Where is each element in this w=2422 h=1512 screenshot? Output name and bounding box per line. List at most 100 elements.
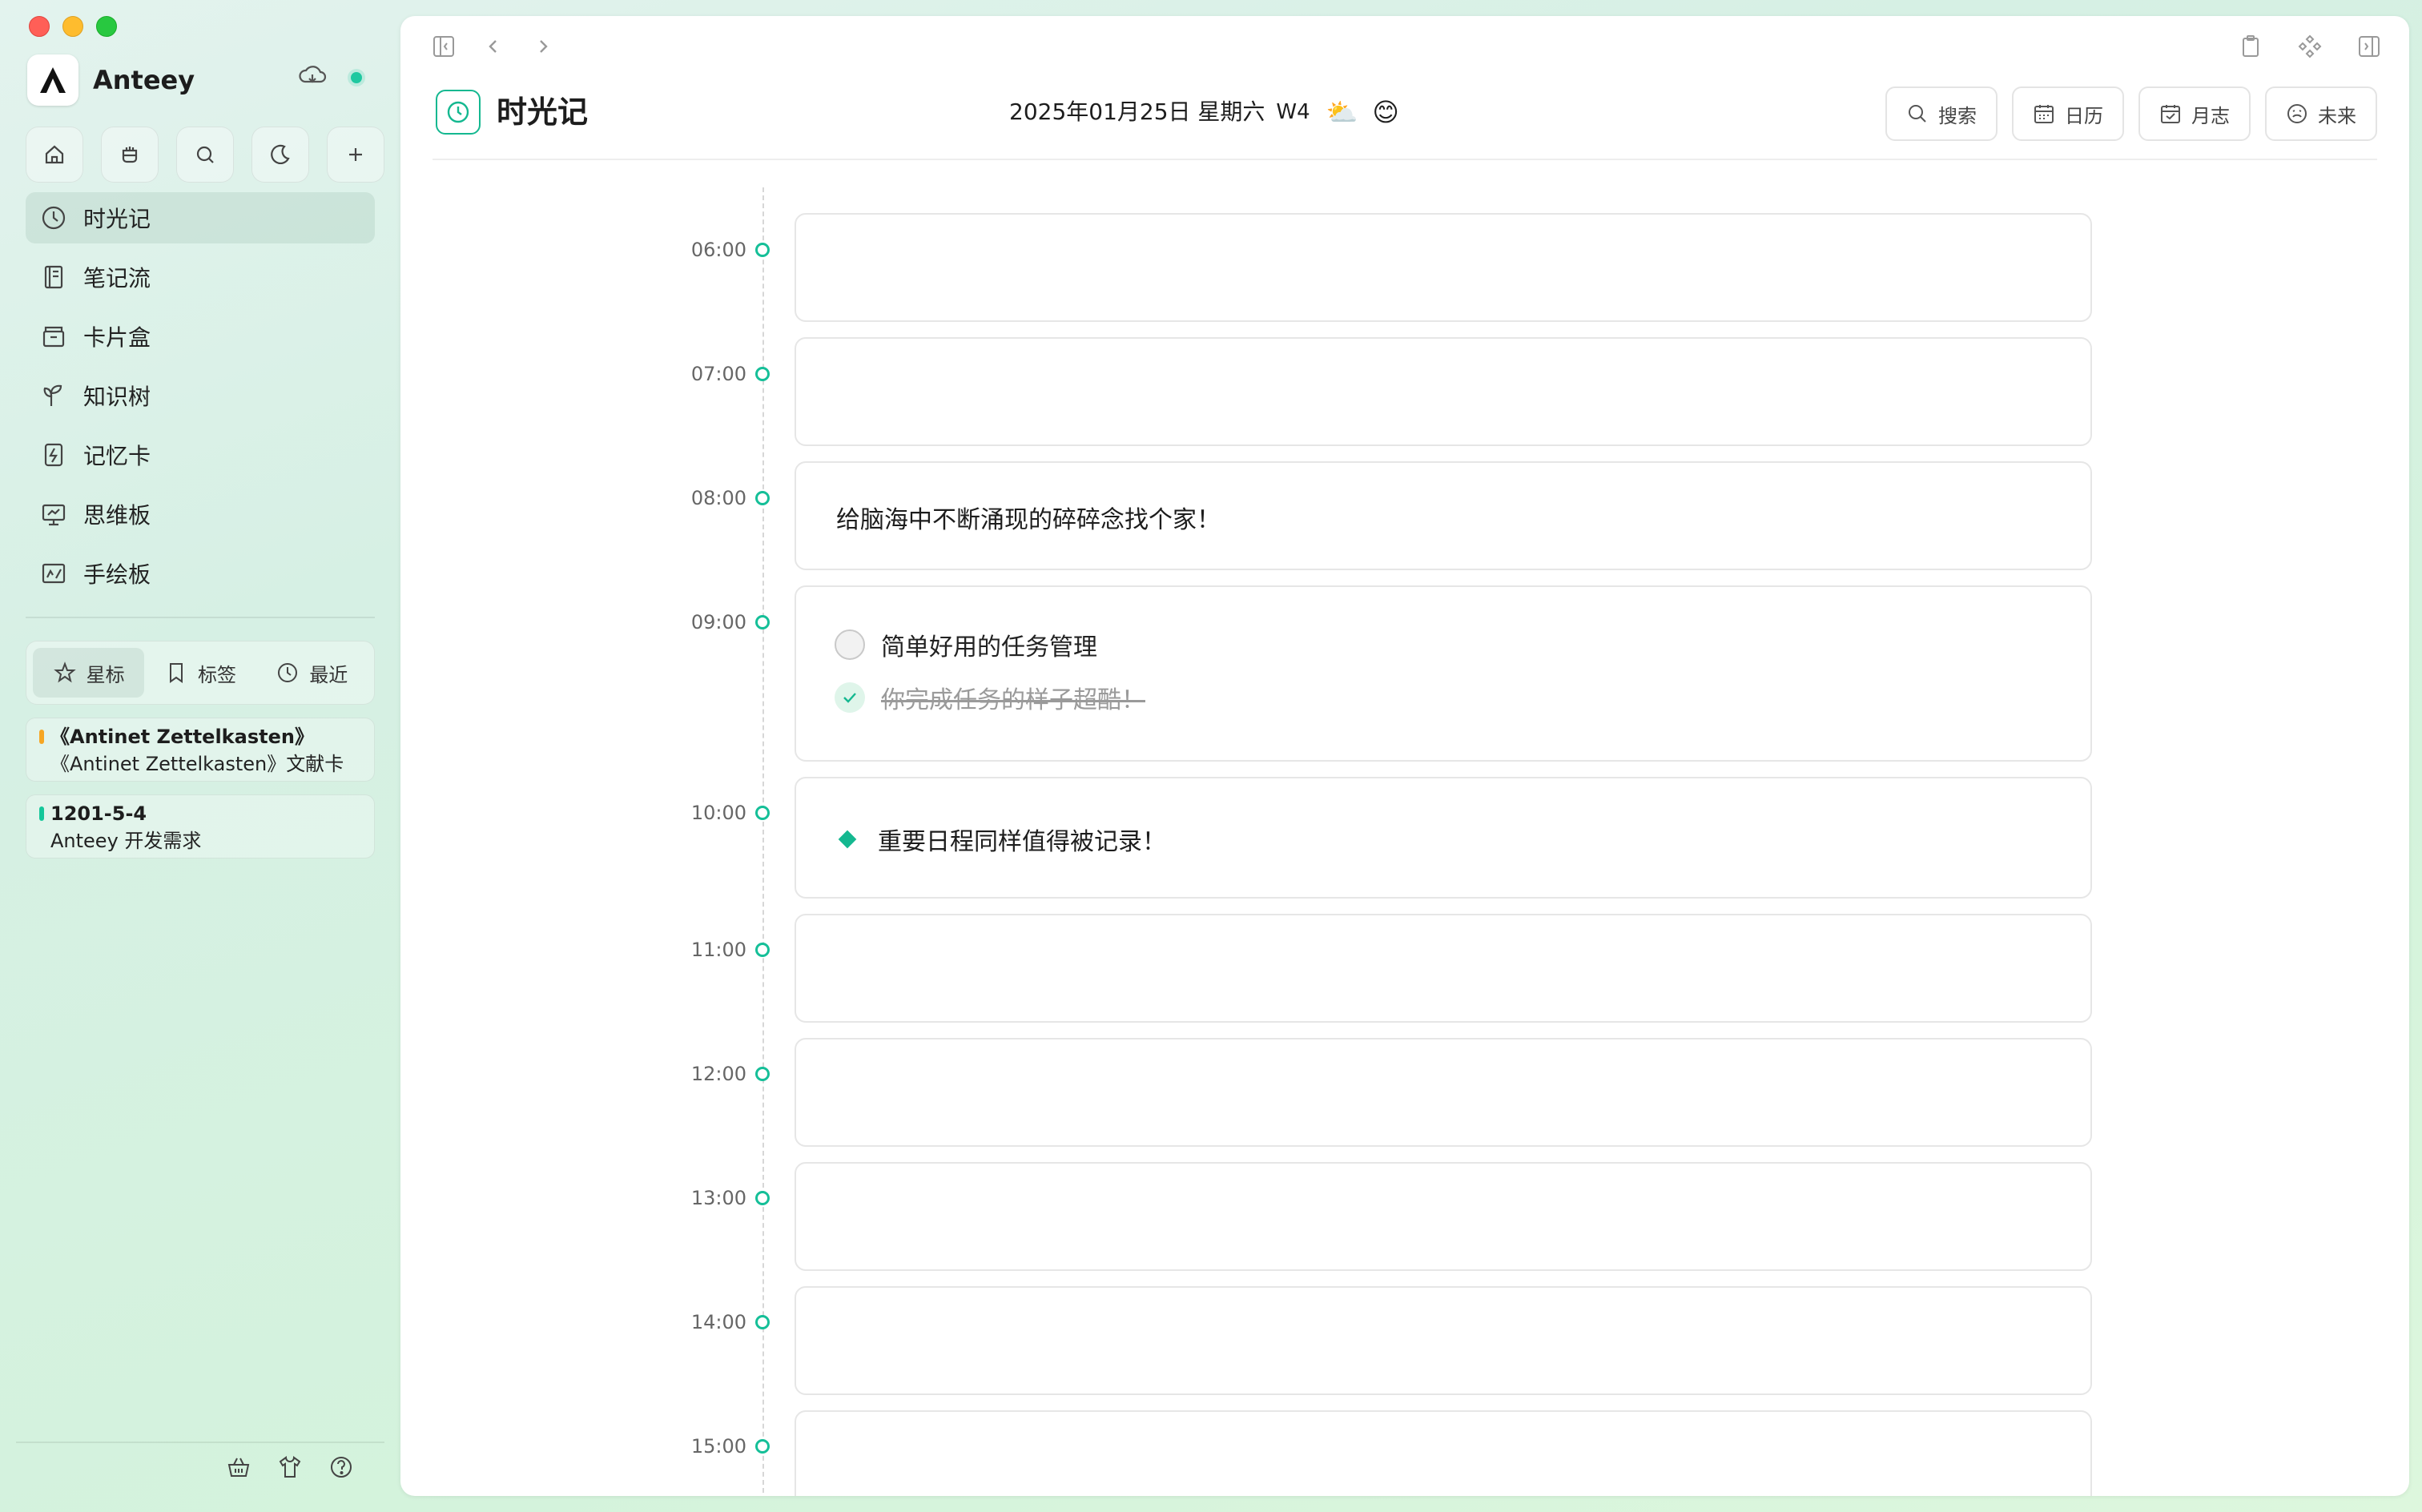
task-checkbox[interactable] bbox=[835, 629, 865, 660]
search-icon bbox=[196, 146, 214, 163]
timeline-dot bbox=[755, 943, 770, 957]
page-title: 时光记 bbox=[497, 94, 589, 130]
time-slot-card[interactable] bbox=[795, 337, 2092, 446]
favorite-item[interactable]: 1201-5-4 Anteey 开发需求 bbox=[26, 794, 375, 859]
back-chevron-icon[interactable] bbox=[481, 34, 506, 62]
task-text[interactable]: 你完成任务的样子超酷！ bbox=[881, 680, 1145, 715]
sidebar-item-label: 手绘板 bbox=[83, 561, 151, 588]
sidebar-item-cardbox[interactable]: 卡片盒 bbox=[26, 311, 375, 362]
time-slot-card[interactable]: 重要日程同样值得被记录！ bbox=[795, 777, 2092, 899]
monthly-log-action-button[interactable]: 月志 bbox=[2138, 86, 2251, 141]
calendar-icon bbox=[2034, 105, 2054, 123]
timeline-dot bbox=[755, 806, 770, 820]
shirt-icon[interactable] bbox=[277, 1454, 303, 1483]
action-label: 月志 bbox=[2191, 104, 2230, 127]
app-name: Anteey bbox=[93, 65, 195, 95]
clock-icon bbox=[42, 206, 66, 230]
time-label: 11:00 bbox=[690, 939, 746, 961]
sidebar-item-mindboard[interactable]: 思维板 bbox=[26, 489, 375, 540]
timeline-dot bbox=[755, 615, 770, 629]
toggle-sidebar-icon[interactable] bbox=[431, 34, 457, 62]
timeline-dot bbox=[755, 243, 770, 257]
time-slot-card[interactable] bbox=[795, 1410, 2092, 1496]
sidebar-item-label: 知识树 bbox=[83, 384, 151, 410]
time-slot-card[interactable] bbox=[795, 213, 2092, 322]
flashcard-icon bbox=[44, 443, 63, 467]
favorite-item[interactable]: 《Antinet Zettelkasten》 《Antinet Zettelka… bbox=[26, 718, 375, 782]
segment-recent[interactable]: 最近 bbox=[256, 648, 368, 698]
help-icon[interactable] bbox=[328, 1454, 354, 1483]
date-display[interactable]: 2025年01月25日 星期六 W4 ⛅ 😊 bbox=[1009, 93, 1399, 131]
task-item: 你完成任务的样子超酷！ bbox=[835, 680, 1145, 715]
time-slot-card[interactable]: 简单好用的任务管理 你完成任务的样子超酷！ bbox=[795, 585, 2092, 762]
action-label: 搜索 bbox=[1938, 104, 1977, 127]
favorite-subtitle: Anteey 开发需求 bbox=[50, 830, 202, 852]
segment-starred[interactable]: 星标 bbox=[33, 648, 145, 698]
clock-icon bbox=[278, 663, 298, 682]
sync-area bbox=[298, 64, 362, 91]
sidebar-item-flashcards[interactable]: 记忆卡 bbox=[26, 429, 375, 481]
sidebar-bottom-divider bbox=[16, 1442, 384, 1443]
time-slot-card[interactable] bbox=[795, 1038, 2092, 1147]
calendar-check-icon bbox=[2161, 105, 2180, 123]
notebook-icon bbox=[44, 265, 63, 289]
time-slot-card[interactable]: 给脑海中不断涌现的碎碎念找个家！ bbox=[795, 461, 2092, 570]
task-text[interactable]: 简单好用的任务管理 bbox=[881, 627, 1097, 662]
task-checkbox-checked[interactable] bbox=[835, 682, 865, 713]
sidebar-item-sketchboard[interactable]: 手绘板 bbox=[26, 548, 375, 599]
forward-chevron-icon[interactable] bbox=[530, 34, 556, 62]
time-slot-card[interactable] bbox=[795, 1286, 2092, 1395]
inbox-icon bbox=[122, 147, 138, 163]
timeline-title-icon bbox=[436, 90, 481, 135]
timeline-axis bbox=[762, 187, 764, 1496]
favorite-color-bar bbox=[39, 730, 44, 744]
sidebar-item-timeline[interactable]: 时光记 bbox=[26, 192, 375, 243]
time-slot-card[interactable] bbox=[795, 1162, 2092, 1271]
inbox-button[interactable] bbox=[101, 127, 159, 183]
segment-label: 星标 bbox=[86, 663, 125, 686]
quick-actions bbox=[26, 127, 384, 183]
segment-tags[interactable]: 标签 bbox=[144, 648, 255, 698]
time-slot-card[interactable] bbox=[795, 914, 2092, 1023]
cloud-sync-icon[interactable] bbox=[298, 64, 327, 91]
schedule-text[interactable]: 重要日程同样值得被记录！ bbox=[878, 822, 1166, 857]
toggle-right-panel-icon[interactable] bbox=[2356, 34, 2382, 62]
note-text[interactable]: 给脑海中不断涌现的碎碎念找个家！ bbox=[836, 500, 1221, 535]
action-label: 未来 bbox=[2318, 104, 2356, 127]
search-icon bbox=[1909, 105, 1926, 123]
plus-icon bbox=[349, 148, 362, 161]
time-label: 12:00 bbox=[690, 1063, 746, 1085]
dark-mode-button[interactable] bbox=[251, 127, 309, 183]
home-icon bbox=[45, 145, 64, 164]
header-actions: 搜索 日历 月志 未来 bbox=[1885, 86, 2377, 141]
clock-icon bbox=[447, 101, 469, 123]
add-button[interactable] bbox=[327, 127, 384, 183]
bookmark-icon bbox=[169, 663, 183, 683]
card-box-icon bbox=[42, 326, 65, 348]
task-item: 简单好用的任务管理 bbox=[835, 627, 1097, 662]
timeline-dot bbox=[755, 491, 770, 505]
timeline-dot bbox=[755, 1439, 770, 1454]
calendar-action-button[interactable]: 日历 bbox=[2012, 86, 2124, 141]
sidebar-item-knowledgetree[interactable]: 知识树 bbox=[26, 370, 375, 421]
header-divider bbox=[432, 159, 2377, 160]
app-window: Anteey 时光记 笔记流 卡片盒 知识树 记忆卡 思维板 手绘板 星标 标签… bbox=[0, 0, 2422, 1512]
time-label: 06:00 bbox=[690, 239, 746, 261]
basket-icon[interactable] bbox=[226, 1454, 251, 1483]
search-button[interactable] bbox=[176, 127, 234, 183]
time-label: 07:00 bbox=[690, 363, 746, 385]
time-label: 09:00 bbox=[690, 611, 746, 633]
mood-icon[interactable]: 😊 bbox=[1373, 93, 1399, 131]
sidebar-item-notestream[interactable]: 笔记流 bbox=[26, 251, 375, 303]
sketch-icon bbox=[42, 563, 66, 584]
sprout-icon bbox=[43, 384, 62, 406]
sidebar-item-label: 卡片盒 bbox=[83, 324, 151, 351]
home-button[interactable] bbox=[26, 127, 83, 183]
topbar-right bbox=[2238, 34, 2382, 62]
clipboard-icon[interactable] bbox=[2238, 34, 2263, 62]
sidebar-item-label: 思维板 bbox=[83, 502, 151, 529]
future-action-button[interactable]: 未来 bbox=[2265, 86, 2377, 141]
search-action-button[interactable]: 搜索 bbox=[1885, 86, 1998, 141]
plugins-icon[interactable] bbox=[2297, 34, 2323, 62]
weather-icon[interactable]: ⛅ bbox=[1326, 93, 1358, 131]
